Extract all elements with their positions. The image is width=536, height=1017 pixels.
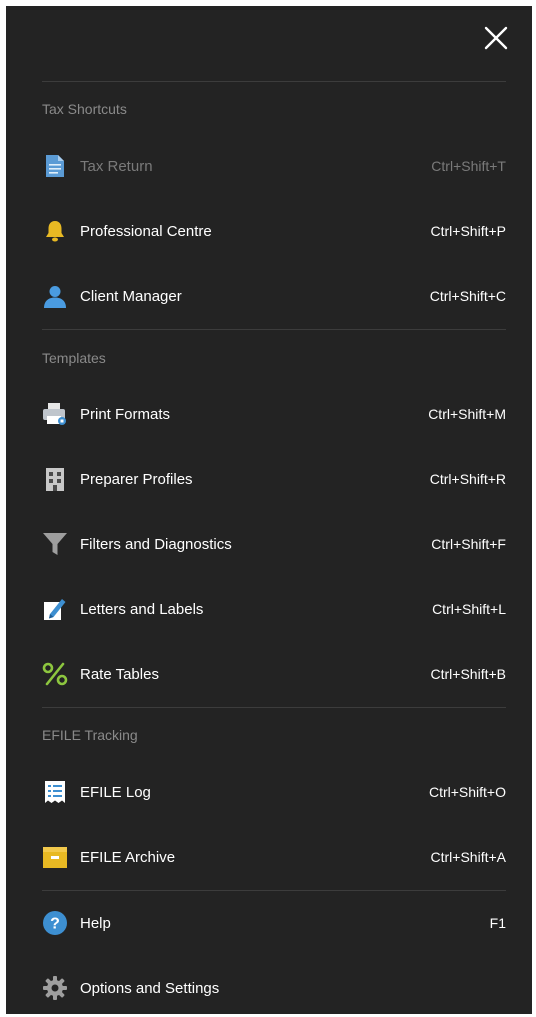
menu-item-shortcut: Ctrl+Shift+T	[431, 158, 506, 174]
menu-item-shortcut: Ctrl+Shift+R	[429, 471, 506, 487]
menu-item-label: Help	[80, 914, 111, 932]
menu-item-label: Rate Tables	[80, 665, 159, 683]
menu-item-letters-and-labels[interactable]: Letters and Labels Ctrl+Shift+L	[42, 587, 506, 631]
svg-text:?: ?	[50, 916, 60, 933]
menu-item-tax-return[interactable]: Tax Return Ctrl+Shift+T	[42, 144, 506, 188]
menu-item-label: Professional Centre	[80, 222, 212, 240]
menu-item-shortcut: Ctrl+Shift+A	[430, 849, 506, 865]
menu-item-shortcut: Ctrl+Shift+M	[428, 406, 506, 422]
document-icon	[42, 153, 68, 179]
printer-icon	[42, 401, 68, 427]
help-circle-icon: ?	[42, 910, 68, 936]
menu-item-efile-log[interactable]: EFILE Log Ctrl+Shift+O	[42, 770, 506, 814]
pen-icon	[42, 596, 68, 622]
archive-box-icon	[42, 844, 68, 870]
section-header-templates: Templates	[42, 350, 106, 366]
menu-item-shortcut: Ctrl+Shift+C	[429, 288, 506, 304]
menu-item-shortcut: Ctrl+Shift+B	[430, 666, 506, 682]
menu-item-label: EFILE Archive	[80, 848, 176, 866]
menu-item-label: Letters and Labels	[80, 600, 204, 618]
menu-item-filters-and-diagnostics[interactable]: Filters and Diagnostics Ctrl+Shift+F	[42, 522, 506, 566]
menu-item-rate-tables[interactable]: Rate Tables Ctrl+Shift+B	[42, 652, 506, 696]
menu-item-client-manager[interactable]: Client Manager Ctrl+Shift+C	[42, 274, 506, 318]
menu-item-label: Print Formats	[80, 405, 171, 423]
close-button[interactable]	[482, 24, 510, 52]
divider	[42, 707, 506, 708]
divider	[42, 329, 506, 330]
section-header-efile-tracking: EFILE Tracking	[42, 727, 138, 743]
menu-item-label: Options and Settings	[80, 979, 220, 997]
gear-icon	[42, 975, 68, 1001]
menu-item-shortcut: Ctrl+Shift+P	[430, 223, 506, 239]
menu-item-label: Client Manager	[80, 287, 182, 305]
percent-icon	[42, 661, 68, 687]
shortcuts-menu-panel: Tax Shortcuts Tax Return Ctrl+Shift+T Pr…	[6, 6, 532, 1014]
menu-item-label: EFILE Log	[80, 783, 151, 801]
close-icon	[484, 26, 508, 50]
section-header-tax-shortcuts: Tax Shortcuts	[42, 101, 127, 117]
menu-item-options-and-settings[interactable]: Options and Settings	[42, 966, 506, 1010]
receipt-icon	[42, 779, 68, 805]
building-icon	[42, 466, 68, 492]
person-icon	[42, 283, 68, 309]
menu-item-print-formats[interactable]: Print Formats Ctrl+Shift+M	[42, 392, 506, 436]
menu-item-efile-archive[interactable]: EFILE Archive Ctrl+Shift+A	[42, 835, 506, 879]
menu-item-shortcut: Ctrl+Shift+O	[428, 784, 506, 800]
menu-item-professional-centre[interactable]: Professional Centre Ctrl+Shift+P	[42, 209, 506, 253]
funnel-icon	[42, 531, 68, 557]
divider	[42, 81, 506, 82]
menu-item-help[interactable]: ? Help F1	[42, 901, 506, 945]
menu-item-shortcut: F1	[489, 915, 506, 931]
menu-item-shortcut: Ctrl+Shift+F	[431, 536, 506, 552]
menu-item-label: Tax Return	[80, 157, 153, 175]
bell-icon	[42, 218, 68, 244]
menu-item-preparer-profiles[interactable]: Preparer Profiles Ctrl+Shift+R	[42, 457, 506, 501]
divider	[42, 890, 506, 891]
menu-item-shortcut: Ctrl+Shift+L	[432, 601, 506, 617]
menu-item-label: Filters and Diagnostics	[80, 535, 232, 553]
menu-item-label: Preparer Profiles	[80, 470, 193, 488]
